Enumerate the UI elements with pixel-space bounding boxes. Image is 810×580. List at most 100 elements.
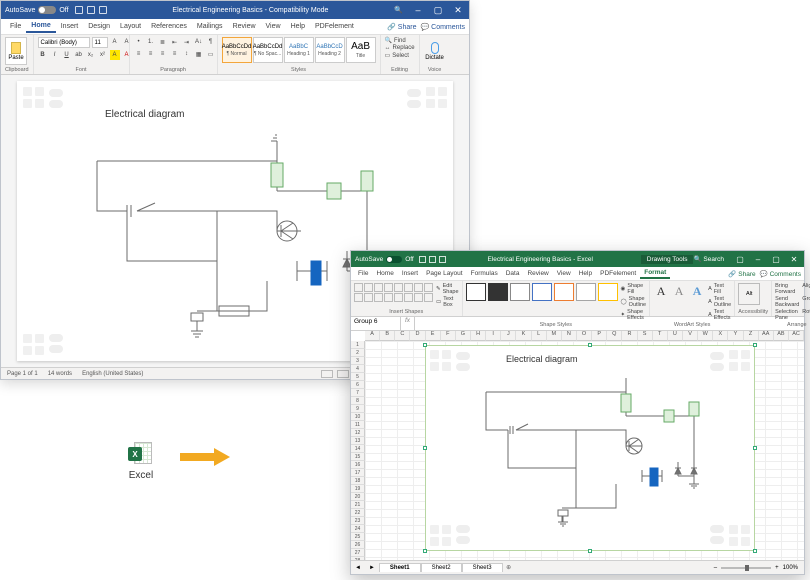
style-title[interactable]: AaBTitle [346,37,376,63]
row-header[interactable]: 16 [351,461,365,469]
col-header[interactable]: Z [744,331,759,341]
tab-formulas[interactable]: Formulas [467,269,502,278]
superscript-button[interactable]: x² [98,50,108,60]
col-header[interactable]: M [547,331,562,341]
col-header[interactable]: L [532,331,547,341]
zoom-slider[interactable] [721,567,771,569]
row-header[interactable]: 19 [351,485,365,493]
send-backward-button[interactable]: Send Backward [775,296,799,308]
col-header[interactable]: H [471,331,486,341]
cell-area[interactable]: Electrical diagram [365,341,804,560]
view-print-button[interactable] [337,370,349,378]
tab-design[interactable]: Design [83,21,115,32]
col-header[interactable]: AB [774,331,789,341]
zoom-out-button[interactable]: – [714,565,717,571]
col-header[interactable]: U [668,331,683,341]
resize-handle[interactable] [423,549,427,553]
tab-home[interactable]: Home [372,269,397,278]
tab-pdfelement[interactable]: PDFelement [310,21,359,32]
underline-button[interactable]: U [62,50,72,60]
shape-fill-button[interactable]: ◉ Shape Fill [621,283,647,295]
row-header[interactable]: 27 [351,549,365,557]
search-icon[interactable]: 🔍 [394,6,403,14]
tab-help[interactable]: Help [286,21,310,32]
subscript-button[interactable]: x₂ [86,50,96,60]
align-center-button[interactable]: ≡ [146,49,156,59]
col-header[interactable]: B [380,331,395,341]
borders-button[interactable]: ▭ [206,49,216,59]
maximize-button[interactable]: ▢ [768,253,784,265]
formula-bar[interactable] [415,317,804,330]
style-heading1[interactable]: AaBbCHeading 1 [284,37,314,63]
view-read-button[interactable] [321,370,333,378]
row-header[interactable]: 12 [351,429,365,437]
row-header[interactable]: 3 [351,357,365,365]
redo-icon[interactable] [439,256,446,263]
sheet-nav-next[interactable]: ► [365,565,379,571]
col-header[interactable]: C [395,331,410,341]
row-header[interactable]: 17 [351,469,365,477]
row-header[interactable]: 7 [351,389,365,397]
row-header[interactable]: 14 [351,445,365,453]
sheet-tab-2[interactable]: Sheet2 [421,563,462,572]
row-header[interactable]: 5 [351,373,365,381]
group-button[interactable]: Group [802,296,810,308]
col-header[interactable]: I [486,331,501,341]
name-box[interactable]: Group 6 [351,317,401,330]
style-heading2[interactable]: AaBbCcDHeading 2 [315,37,345,63]
col-header[interactable]: G [456,331,471,341]
shape-style-gallery[interactable] [466,283,618,301]
row-header[interactable]: 9 [351,405,365,413]
zoom-in-button[interactable]: + [775,565,779,571]
maximize-button[interactable]: ▢ [429,3,447,17]
autosave-toggle[interactable]: AutoSave Off [355,256,414,263]
align-right-button[interactable]: ≡ [158,49,168,59]
tab-review[interactable]: Review [523,269,552,278]
row-header[interactable]: 21 [351,501,365,509]
redo-icon[interactable] [99,6,107,14]
search-label[interactable]: 🔍 Search [693,255,724,263]
tab-references[interactable]: References [146,21,192,32]
bold-button[interactable]: B [38,50,48,60]
shape-gallery[interactable] [354,283,433,302]
row-header[interactable]: 2 [351,349,365,357]
grow-font-icon[interactable]: A [110,37,120,47]
ribbon-display-button[interactable]: ▢ [732,253,748,265]
row-header[interactable]: 4 [351,365,365,373]
col-header[interactable]: J [501,331,516,341]
text-box-button[interactable]: ▭ Text Box [436,296,459,308]
row-header[interactable]: 18 [351,477,365,485]
excel-grid[interactable]: ABCDEFGHIJKLMNOPQRSTUVWXYZAAABAC 1234567… [351,331,804,560]
bullets-button[interactable]: • [134,37,144,47]
comments-button[interactable]: 💬 Comments [420,23,465,31]
row-header[interactable]: 13 [351,437,365,445]
show-marks-button[interactable]: ¶ [206,37,216,47]
tab-page-layout[interactable]: Page Layout [422,269,467,278]
resize-handle[interactable] [588,343,592,347]
col-header[interactable]: AA [759,331,774,341]
col-header[interactable]: N [562,331,577,341]
minimize-button[interactable]: – [409,3,427,17]
resize-handle[interactable] [423,446,427,450]
col-header[interactable]: D [410,331,425,341]
style-nospacing[interactable]: AaBbCcDd¶ No Spac... [253,37,283,63]
resize-handle[interactable] [753,343,757,347]
zoom-value[interactable]: 100% [783,565,798,571]
row-header[interactable]: 25 [351,533,365,541]
status-words[interactable]: 14 words [48,371,72,377]
col-header[interactable]: S [638,331,653,341]
highlight-button[interactable]: A [110,50,120,60]
alt-text-button[interactable]: Alt [738,283,760,305]
tab-home[interactable]: Home [26,20,55,33]
tab-help[interactable]: Help [575,269,596,278]
share-button[interactable]: 🔗 Share [387,23,416,31]
col-header[interactable]: T [653,331,668,341]
select-button[interactable]: ▭ Select [385,52,415,59]
tab-layout[interactable]: Layout [115,21,146,32]
col-header[interactable]: E [426,331,441,341]
col-header[interactable]: A [365,331,380,341]
col-header[interactable]: O [577,331,592,341]
strike-button[interactable]: ab [74,50,84,60]
row-header[interactable]: 23 [351,517,365,525]
align-left-button[interactable]: ≡ [134,49,144,59]
